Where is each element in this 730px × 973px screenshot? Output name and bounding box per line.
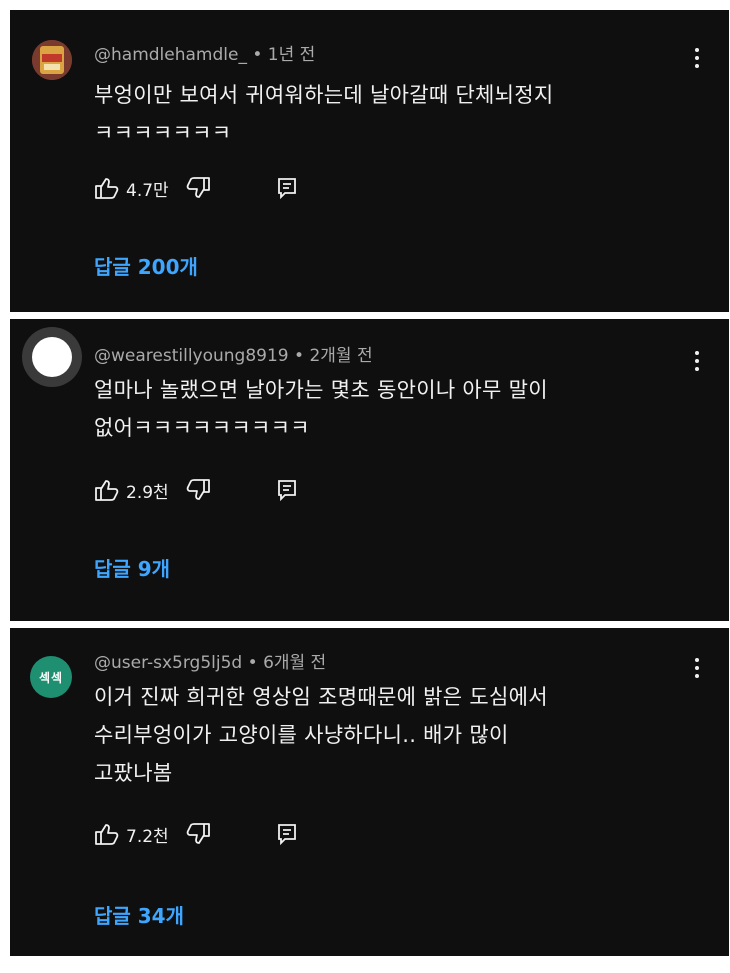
comment-line: ㅋㅋㅋㅋㅋㅋㅋ [94,121,232,145]
comment-line: 부엉이만 보여서 귀여워하는데 날아갈때 단체뇌정지 [94,83,554,107]
avatar[interactable]: 섹섹 [30,656,72,698]
like-icon [95,824,119,845]
comment-line: 수리부엉이가 고양이를 사냥하다니.. 배가 많이 [94,723,509,747]
replies-link[interactable]: 답글 34개 [94,900,184,929]
separator: • [252,45,263,65]
comment-card: 섹섹 @user-sx5rg5lj5d • 6개월 전 이거 진짜 희귀한 영상… [10,628,729,956]
comment-actions: 2.9천 [94,475,297,505]
more-vert-icon[interactable] [695,351,699,371]
like-button[interactable]: 2.9천 [94,478,185,503]
dislike-button[interactable] [185,176,211,200]
comment-actions: 7.2천 [94,819,297,849]
comment-line: 고팠나봄 [94,761,173,785]
avatar-initials: 섹섹 [38,670,64,685]
comment-line: 이거 진짜 희귀한 영상임 조명때문에 밝은 도심에서 [94,685,548,709]
reply-icon [277,480,296,501]
comment-text: 부엉이만 보여서 귀여워하는데 날아갈때 단체뇌정지 ㅋㅋㅋㅋㅋㅋㅋ [94,76,694,152]
comment-author[interactable]: @wearestillyoung8919 [94,346,289,366]
comment-card: @hamdlehamdle_ • 1년 전 부엉이만 보여서 귀여워하는데 날아… [10,10,729,312]
comment-author[interactable]: @hamdlehamdle_ [94,45,247,65]
reply-icon [277,824,296,845]
dislike-button[interactable] [185,478,211,502]
reply-button[interactable] [277,479,297,501]
comment-text: 이거 진짜 희귀한 영상임 조명때문에 밝은 도심에서 수리부엉이가 고양이를 … [94,678,694,792]
dislike-icon [186,479,210,500]
like-count: 4.7만 [126,180,169,201]
avatar[interactable] [22,327,82,387]
reply-button[interactable] [277,823,297,845]
like-icon [95,178,119,199]
like-icon [95,480,119,501]
like-button[interactable]: 7.2천 [94,822,185,847]
reply-icon [277,178,296,199]
comment-actions: 4.7만 [94,173,297,203]
more-vert-icon[interactable] [695,48,699,68]
comment-card: @wearestillyoung8919 • 2개월 전 얼마나 놀랬으면 날아… [10,319,729,621]
comment-line: 없어ㅋㅋㅋㅋㅋㅋㅋㅋㅋ [94,416,310,440]
comment-time: 1년 전 [267,45,316,65]
reply-button[interactable] [277,177,297,199]
dislike-icon [186,823,210,844]
replies-link[interactable]: 답글 9개 [94,553,170,582]
comment-meta: @hamdlehamdle_ • 1년 전 [94,40,315,65]
replies-link[interactable]: 답글 200개 [94,251,198,280]
avatar[interactable] [32,40,72,80]
separator: • [294,346,305,366]
like-count: 7.2천 [126,826,169,847]
comment-time: 2개월 전 [309,346,373,366]
more-vert-icon[interactable] [695,658,699,678]
comment-line: 얼마나 놀랬으면 날아가는 몇초 동안이나 아무 말이 [94,378,548,402]
dislike-icon [186,177,210,198]
like-button[interactable]: 4.7만 [94,176,185,201]
dislike-button[interactable] [185,822,211,846]
like-count: 2.9천 [126,482,169,503]
comment-author[interactable]: @user-sx5rg5lj5d [94,653,242,673]
comment-meta: @wearestillyoung8919 • 2개월 전 [94,341,373,366]
comment-time: 6개월 전 [263,653,327,673]
comment-meta: @user-sx5rg5lj5d • 6개월 전 [94,648,326,673]
separator: • [247,653,258,673]
comment-text: 얼마나 놀랬으면 날아가는 몇초 동안이나 아무 말이 없어ㅋㅋㅋㅋㅋㅋㅋㅋㅋ [94,371,694,447]
